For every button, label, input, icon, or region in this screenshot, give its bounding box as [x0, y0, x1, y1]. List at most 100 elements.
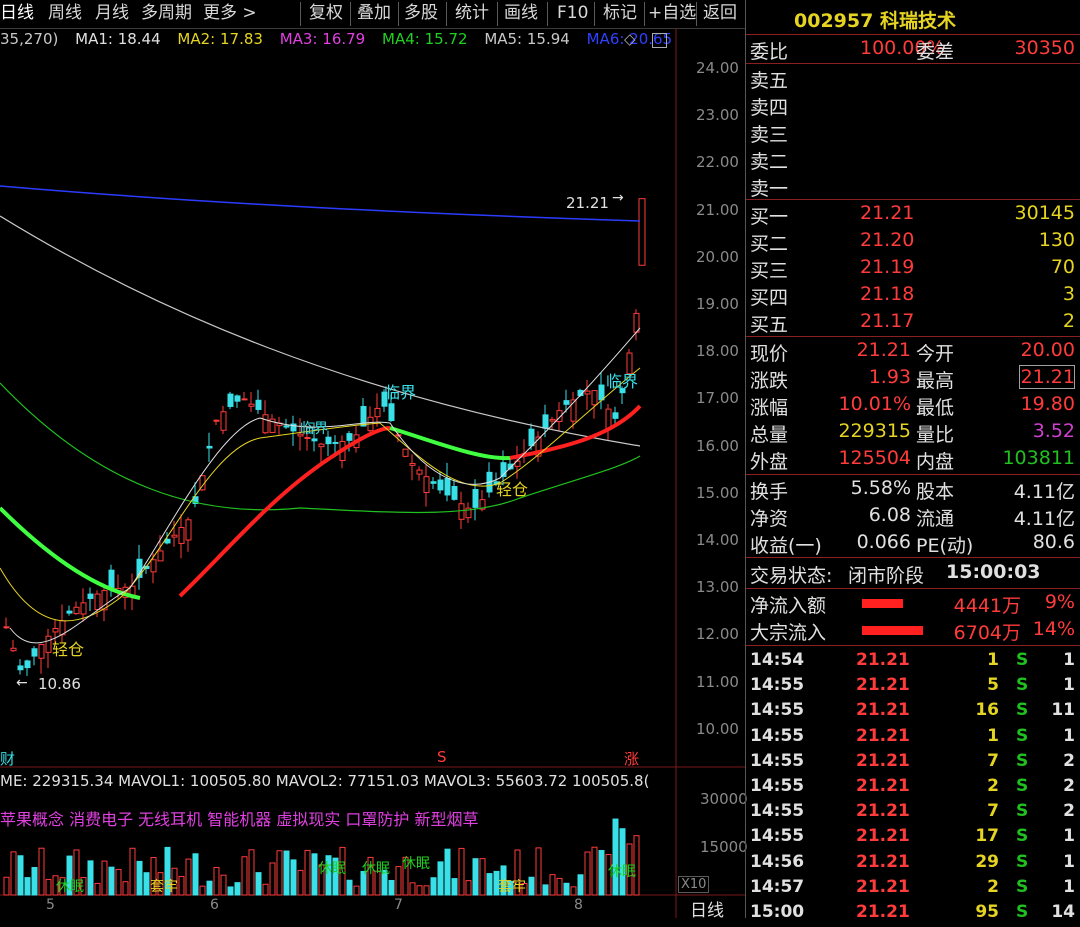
- period-label[interactable]: 日线: [690, 896, 724, 921]
- volume-bar: [87, 860, 94, 896]
- volume-bar: [3, 876, 10, 896]
- buy-row: 买三 21.19 70: [750, 256, 1075, 282]
- candle: [563, 400, 570, 405]
- volume-bar: [17, 855, 24, 896]
- divider: [446, 2, 447, 26]
- candle: [38, 643, 45, 659]
- dormant-label: 休眠: [362, 861, 390, 877]
- back-button[interactable]: 返回: [703, 0, 737, 27]
- buy-row: 买二 21.20 130: [750, 229, 1075, 255]
- sell-5: 卖五: [750, 70, 789, 92]
- quote-stat-row: 涨幅 10.01% 最低 19.80: [750, 393, 1075, 419]
- trade-status: 交易状态: 闭市阶段 15:00:03: [750, 561, 1041, 587]
- candle: [591, 390, 598, 406]
- candle: [164, 538, 171, 544]
- divider: [300, 2, 301, 26]
- volume-bar: [248, 849, 255, 896]
- tab-daily[interactable]: 日线: [0, 0, 34, 27]
- price-axis-tick: 16.00: [696, 436, 739, 455]
- volume-header: ME: 229315.34 MAVOL1: 100505.80 MAVOL2: …: [0, 772, 650, 790]
- weibi-row: 委比 100.00% 委差 30350: [750, 37, 1075, 63]
- low-price-label: 10.86: [38, 675, 81, 693]
- volume-bar: [311, 853, 318, 896]
- toolbar: 日线 周线 月线 多周期 更多 > 复权 叠加 多股 统计 画线 F10 标记 …: [0, 0, 745, 29]
- volume-scale: X10: [678, 876, 710, 893]
- volume-bar: [101, 860, 108, 896]
- date-tick: 6: [210, 897, 219, 913]
- volume-bar: [591, 846, 598, 896]
- price-axis-tick: 22.00: [696, 153, 739, 172]
- volume-bar: [563, 882, 570, 896]
- candle: [402, 448, 409, 457]
- price-axis-tick: 15.00: [696, 483, 739, 502]
- volume-bar: [486, 873, 493, 896]
- candle: [255, 399, 262, 410]
- tick-row: 14:54 21.21 1 S 1: [750, 650, 1075, 670]
- tab-more[interactable]: 更多 >: [203, 0, 257, 27]
- candle: [213, 419, 220, 422]
- volume-bar: [234, 882, 241, 896]
- candle: [542, 414, 549, 429]
- volume-bar: [241, 856, 248, 896]
- candle: [45, 635, 52, 653]
- volume-bar: [10, 851, 17, 896]
- candle: [451, 485, 458, 500]
- draw-line-button[interactable]: 画线: [504, 0, 538, 27]
- statistics-button[interactable]: 统计: [455, 0, 489, 27]
- volume-bar: [556, 877, 563, 896]
- tick-row: 14:55 21.21 5 S 1: [750, 675, 1075, 696]
- divider: [696, 2, 697, 26]
- dormant-label: 休眠: [608, 864, 636, 880]
- tab-multi-period[interactable]: 多周期: [141, 0, 192, 27]
- mark-button[interactable]: 标记: [603, 0, 637, 27]
- candle: [423, 476, 430, 494]
- volume-bar: [143, 872, 150, 896]
- volume-axis-15000: 15000: [700, 838, 748, 856]
- volume-bar: [353, 885, 360, 896]
- tab-weekly[interactable]: 周线: [48, 0, 82, 27]
- volume-bar: [409, 882, 416, 896]
- overlay-button[interactable]: 叠加: [357, 0, 391, 27]
- tab-monthly[interactable]: 月线: [95, 0, 129, 27]
- divider: [497, 2, 498, 26]
- candle: [332, 441, 339, 444]
- volume-bar: [178, 875, 185, 896]
- date-tick: 8: [574, 897, 583, 913]
- tick-row: 14:55 21.21 17 S 1: [750, 826, 1075, 847]
- adjust-button[interactable]: 复权: [309, 0, 343, 27]
- candle: [24, 660, 31, 669]
- candle: [262, 414, 269, 434]
- signal-critical-small: 临界: [300, 421, 328, 437]
- signal-critical: 临界: [384, 383, 417, 402]
- volume-bar: [185, 858, 192, 896]
- divider: [398, 2, 399, 26]
- fundamental-row: 换手 5.58% 股本 4.11亿: [750, 477, 1075, 503]
- date-tick: 7: [394, 897, 403, 913]
- volume-bar: [136, 860, 143, 896]
- volume-bar: [213, 866, 220, 896]
- candle: [73, 606, 80, 615]
- volume-bar: [451, 878, 458, 896]
- trapped-badge: 套牢: [498, 879, 526, 895]
- f10-button[interactable]: F10: [557, 0, 588, 27]
- finance-tag: 财: [0, 750, 16, 768]
- candle: [178, 527, 185, 544]
- volume-bar: [458, 847, 465, 896]
- ma-trend-green: [0, 506, 141, 600]
- tick-row: 14:55 21.21 16 S 11: [750, 700, 1075, 721]
- volume-bar: [570, 886, 577, 896]
- candle: [227, 393, 234, 407]
- candle: [241, 398, 248, 401]
- volume-bar: [584, 851, 591, 896]
- volume-bar: [31, 867, 38, 896]
- ma6-line: [0, 185, 641, 222]
- quote-stat-row: 总量 229315 量比 3.52: [750, 420, 1075, 446]
- sell-2: 卖二: [750, 151, 789, 173]
- multi-stock-button[interactable]: 多股: [404, 0, 438, 27]
- tick-row: 14:55 21.21 2 S 2: [750, 776, 1075, 796]
- signal-light-position: 轻仓: [52, 640, 85, 659]
- candle: [388, 403, 395, 422]
- add-watchlist-button[interactable]: +自选: [648, 0, 696, 27]
- ma5-line: [0, 215, 641, 447]
- volume-bar: [38, 847, 45, 896]
